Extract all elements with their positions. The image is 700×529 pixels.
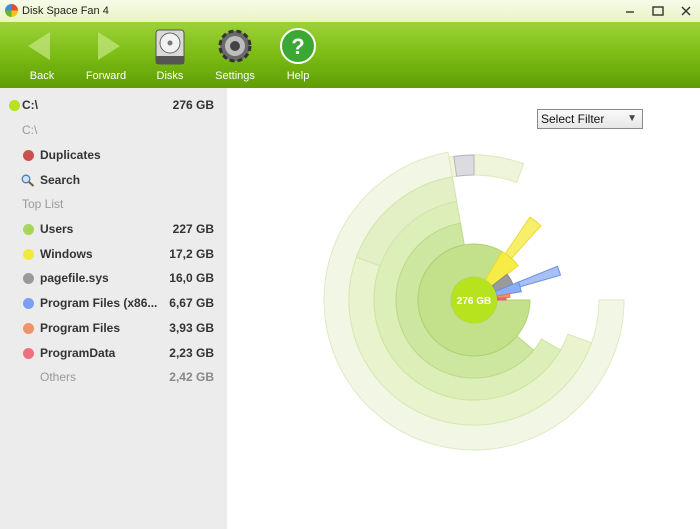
others-size: 2,42 GB [169, 370, 214, 384]
filter-selected: Select Filter [541, 112, 605, 126]
programdata-segment[interactable] [496, 297, 507, 301]
item-label: Program Files (x86... [40, 296, 158, 311]
duplicates-label: Duplicates [40, 148, 101, 162]
filter-dropdown[interactable]: Select Filter ▼ [537, 109, 643, 129]
top-list-item[interactable]: ProgramData 2,23 GB [0, 341, 227, 365]
others-row: Others 2,42 GB [0, 365, 227, 389]
chevron-down-icon: ▼ [627, 113, 637, 124]
top-list-item[interactable]: pagefile.sys 16,0 GB [0, 266, 227, 290]
disks-label: Disks [156, 70, 184, 82]
sidebar: C:\ 276 GB C:\ Duplicates Search Top Lis… [0, 88, 227, 529]
disks-button[interactable]: Disks [140, 24, 200, 86]
item-label: Windows [40, 246, 93, 261]
item-label: pagefile.sys [40, 271, 109, 286]
programfiles-x86-subsegment[interactable] [517, 265, 562, 288]
toolbar: Back Forward Disks Settings ? Help [0, 22, 700, 88]
item-label: Program Files [40, 320, 121, 335]
top-list-item[interactable]: Program Files (x86... 6,67 GB [0, 291, 227, 315]
top-list-item[interactable]: Program Files 3,93 GB [0, 316, 227, 340]
drive-size: 276 GB [172, 98, 214, 112]
main-panel: 276 GB Select Filter ▼ [227, 88, 700, 529]
svg-text:?: ? [291, 34, 304, 59]
path-row: C:\ [0, 118, 227, 142]
title-bar: Disk Space Fan 4 [0, 0, 700, 22]
window-title: Disk Space Fan 4 [22, 5, 109, 17]
windows-subsegment[interactable] [504, 216, 542, 260]
duplicates-item[interactable]: Duplicates [0, 143, 227, 167]
item-size: 3,93 GB [169, 320, 214, 335]
close-button[interactable] [672, 0, 700, 22]
top-list-title: Top List [22, 197, 64, 211]
item-color-dot [23, 298, 34, 310]
settings-label: Settings [215, 70, 255, 82]
item-color-dot [23, 322, 34, 334]
others-label: Others [40, 370, 77, 384]
search-label: Search [40, 173, 81, 187]
item-size: 6,67 GB [169, 296, 214, 311]
small-folder-segment[interactable] [453, 154, 475, 177]
back-button[interactable]: Back [12, 24, 72, 86]
minimize-button[interactable] [616, 0, 644, 22]
item-color-dot [23, 273, 34, 285]
item-size: 2,23 GB [169, 345, 214, 360]
hard-disk-icon [155, 29, 185, 65]
disk-usage-sunburst[interactable]: 276 GB [227, 88, 700, 529]
top-list-item[interactable]: Windows 17,2 GB [0, 242, 227, 266]
gear-icon [218, 29, 252, 63]
item-label: ProgramData [40, 345, 116, 360]
forward-label: Forward [85, 70, 127, 82]
item-size: 227 GB [172, 222, 214, 236]
help-button[interactable]: ? Help [268, 24, 328, 86]
back-arrow-icon [28, 32, 50, 60]
back-label: Back [29, 70, 55, 82]
help-label: Help [286, 70, 310, 82]
item-color-dot [23, 347, 34, 359]
center-size-label: 276 GB [457, 296, 491, 307]
top-list-item[interactable]: Users 227 GB [0, 217, 227, 241]
item-size: 16,0 GB [169, 271, 214, 286]
close-icon [681, 6, 691, 16]
drive-row[interactable]: C:\ 276 GB [0, 93, 227, 117]
duplicates-color-dot [23, 150, 34, 161]
maximize-icon [652, 6, 664, 16]
forward-arrow-icon [98, 32, 120, 60]
settings-button[interactable]: Settings [205, 24, 265, 86]
item-label: Users [40, 222, 74, 236]
search-item[interactable]: Search [0, 168, 227, 192]
drive-label: C:\ [22, 98, 38, 112]
item-color-dot [23, 224, 34, 235]
top-list-header: Top List [0, 192, 227, 216]
maximize-button[interactable] [644, 0, 672, 22]
item-size: 17,2 GB [169, 246, 214, 261]
app-icon [5, 4, 18, 17]
forward-button[interactable]: Forward [76, 24, 136, 86]
path-label: C:\ [22, 123, 38, 137]
magnifier-icon [21, 174, 35, 187]
drive-color-dot [9, 100, 20, 111]
help-icon: ? [280, 28, 316, 64]
item-color-dot [23, 248, 34, 260]
minimize-icon [626, 11, 634, 13]
